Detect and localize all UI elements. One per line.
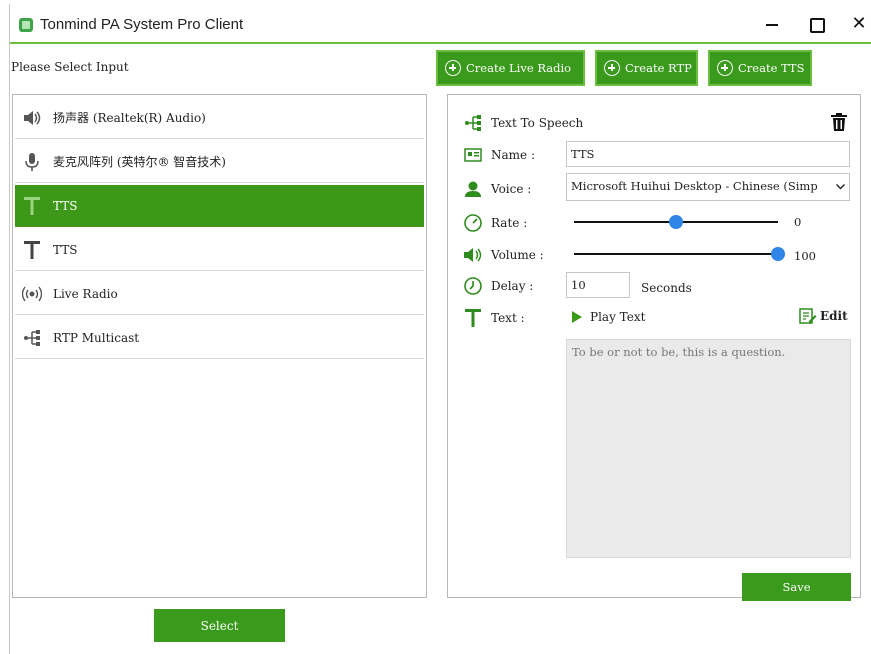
clock-icon [462,275,484,297]
input-item-label: TTS [53,198,78,213]
edit-button[interactable]: Edit [799,308,848,324]
plus-circle-icon [717,60,733,76]
title-bar: Tonmind PA System Pro Client ✕ [10,4,871,44]
select-input-prompt: Please Select Input [11,60,129,74]
plus-circle-icon [604,60,620,76]
input-item-label: RTP Multicast [53,330,140,345]
play-text-button[interactable]: Play Text [572,310,645,324]
volume-label: Volume : [491,248,544,262]
delay-unit: Seconds [641,281,692,295]
play-text-label: Play Text [590,310,646,324]
edit-label: Edit [820,309,848,323]
rate-slider[interactable] [574,215,778,229]
window-title: Tonmind PA System Pro Client [40,16,244,33]
volume-slider-thumb[interactable] [771,247,785,261]
input-item-tts-selected[interactable]: TTS [15,185,424,227]
input-item-tts[interactable]: TTS [15,229,424,271]
input-item-microphone[interactable]: 麦克风阵列 (英特尔® 智音技术) [15,141,424,183]
input-item-label: TTS [53,242,78,257]
voice-select[interactable]: Microsoft Huihui Desktop - Chinese (Simp [566,173,850,201]
create-live-radio-label: Create Live Radio [466,61,572,75]
tts-properties-panel: Text To Speech Name : TTS Voice : Micros… [447,94,861,601]
microphone-icon [21,151,43,173]
close-button[interactable]: ✕ [844,12,871,36]
chevron-down-icon [836,184,845,190]
name-label: Name : [491,148,535,162]
voice-person-icon [462,178,484,200]
rate-slider-thumb[interactable] [669,215,683,229]
rate-value: 0 [794,215,802,229]
create-rtp-label: Create RTP [625,61,692,75]
plus-circle-icon [445,60,461,76]
name-field[interactable]: TTS [566,141,850,167]
create-tts-button[interactable]: Create TTS [708,50,812,86]
input-item-label: Live Radio [53,286,118,301]
create-tts-label: Create TTS [738,61,805,75]
text-icon [21,239,43,261]
input-list: 扬声器 (Realtek(R) Audio) 麦克风阵列 (英特尔® 智音技术)… [12,94,427,598]
delay-field[interactable]: 10 [566,272,630,298]
rate-label: Rate : [491,216,528,230]
input-item-label: 麦克风阵列 (英特尔® 智音技术) [53,155,226,169]
input-item-live-radio[interactable]: Live Radio [15,273,424,315]
tts-text-area[interactable]: To be or not to be, this is a question. [566,339,851,558]
multicast-icon [21,327,43,349]
volume-icon [462,244,484,266]
input-item-rtp-multicast[interactable]: RTP Multicast [15,317,424,359]
delete-icon[interactable] [831,113,847,131]
input-item-label: 扬声器 (Realtek(R) Audio) [53,111,206,125]
maximize-button[interactable] [801,12,831,36]
text-icon [462,307,484,329]
text-label: Text : [491,311,525,325]
voice-select-value: Microsoft Huihui Desktop - Chinese (Simp [571,179,818,193]
create-rtp-button[interactable]: Create RTP [595,50,698,86]
speedometer-icon [462,212,484,234]
play-icon [572,311,582,323]
voice-label: Voice : [491,182,532,196]
name-card-icon [462,144,484,166]
minimize-button[interactable] [757,12,787,36]
app-logo-icon [19,18,33,32]
radio-waves-icon [21,283,43,305]
delay-label: Delay : [491,279,534,293]
edit-icon [799,308,817,324]
select-button[interactable]: Select [154,609,285,642]
input-item-speaker[interactable]: 扬声器 (Realtek(R) Audio) [15,97,424,139]
panel-heading: Text To Speech [491,116,584,130]
save-button[interactable]: Save [742,573,851,601]
volume-value: 100 [794,249,816,263]
create-live-radio-button[interactable]: Create Live Radio [436,50,585,86]
speaker-icon [21,107,43,129]
multicast-icon [462,112,484,134]
text-icon [21,195,43,217]
volume-slider[interactable] [574,247,785,261]
